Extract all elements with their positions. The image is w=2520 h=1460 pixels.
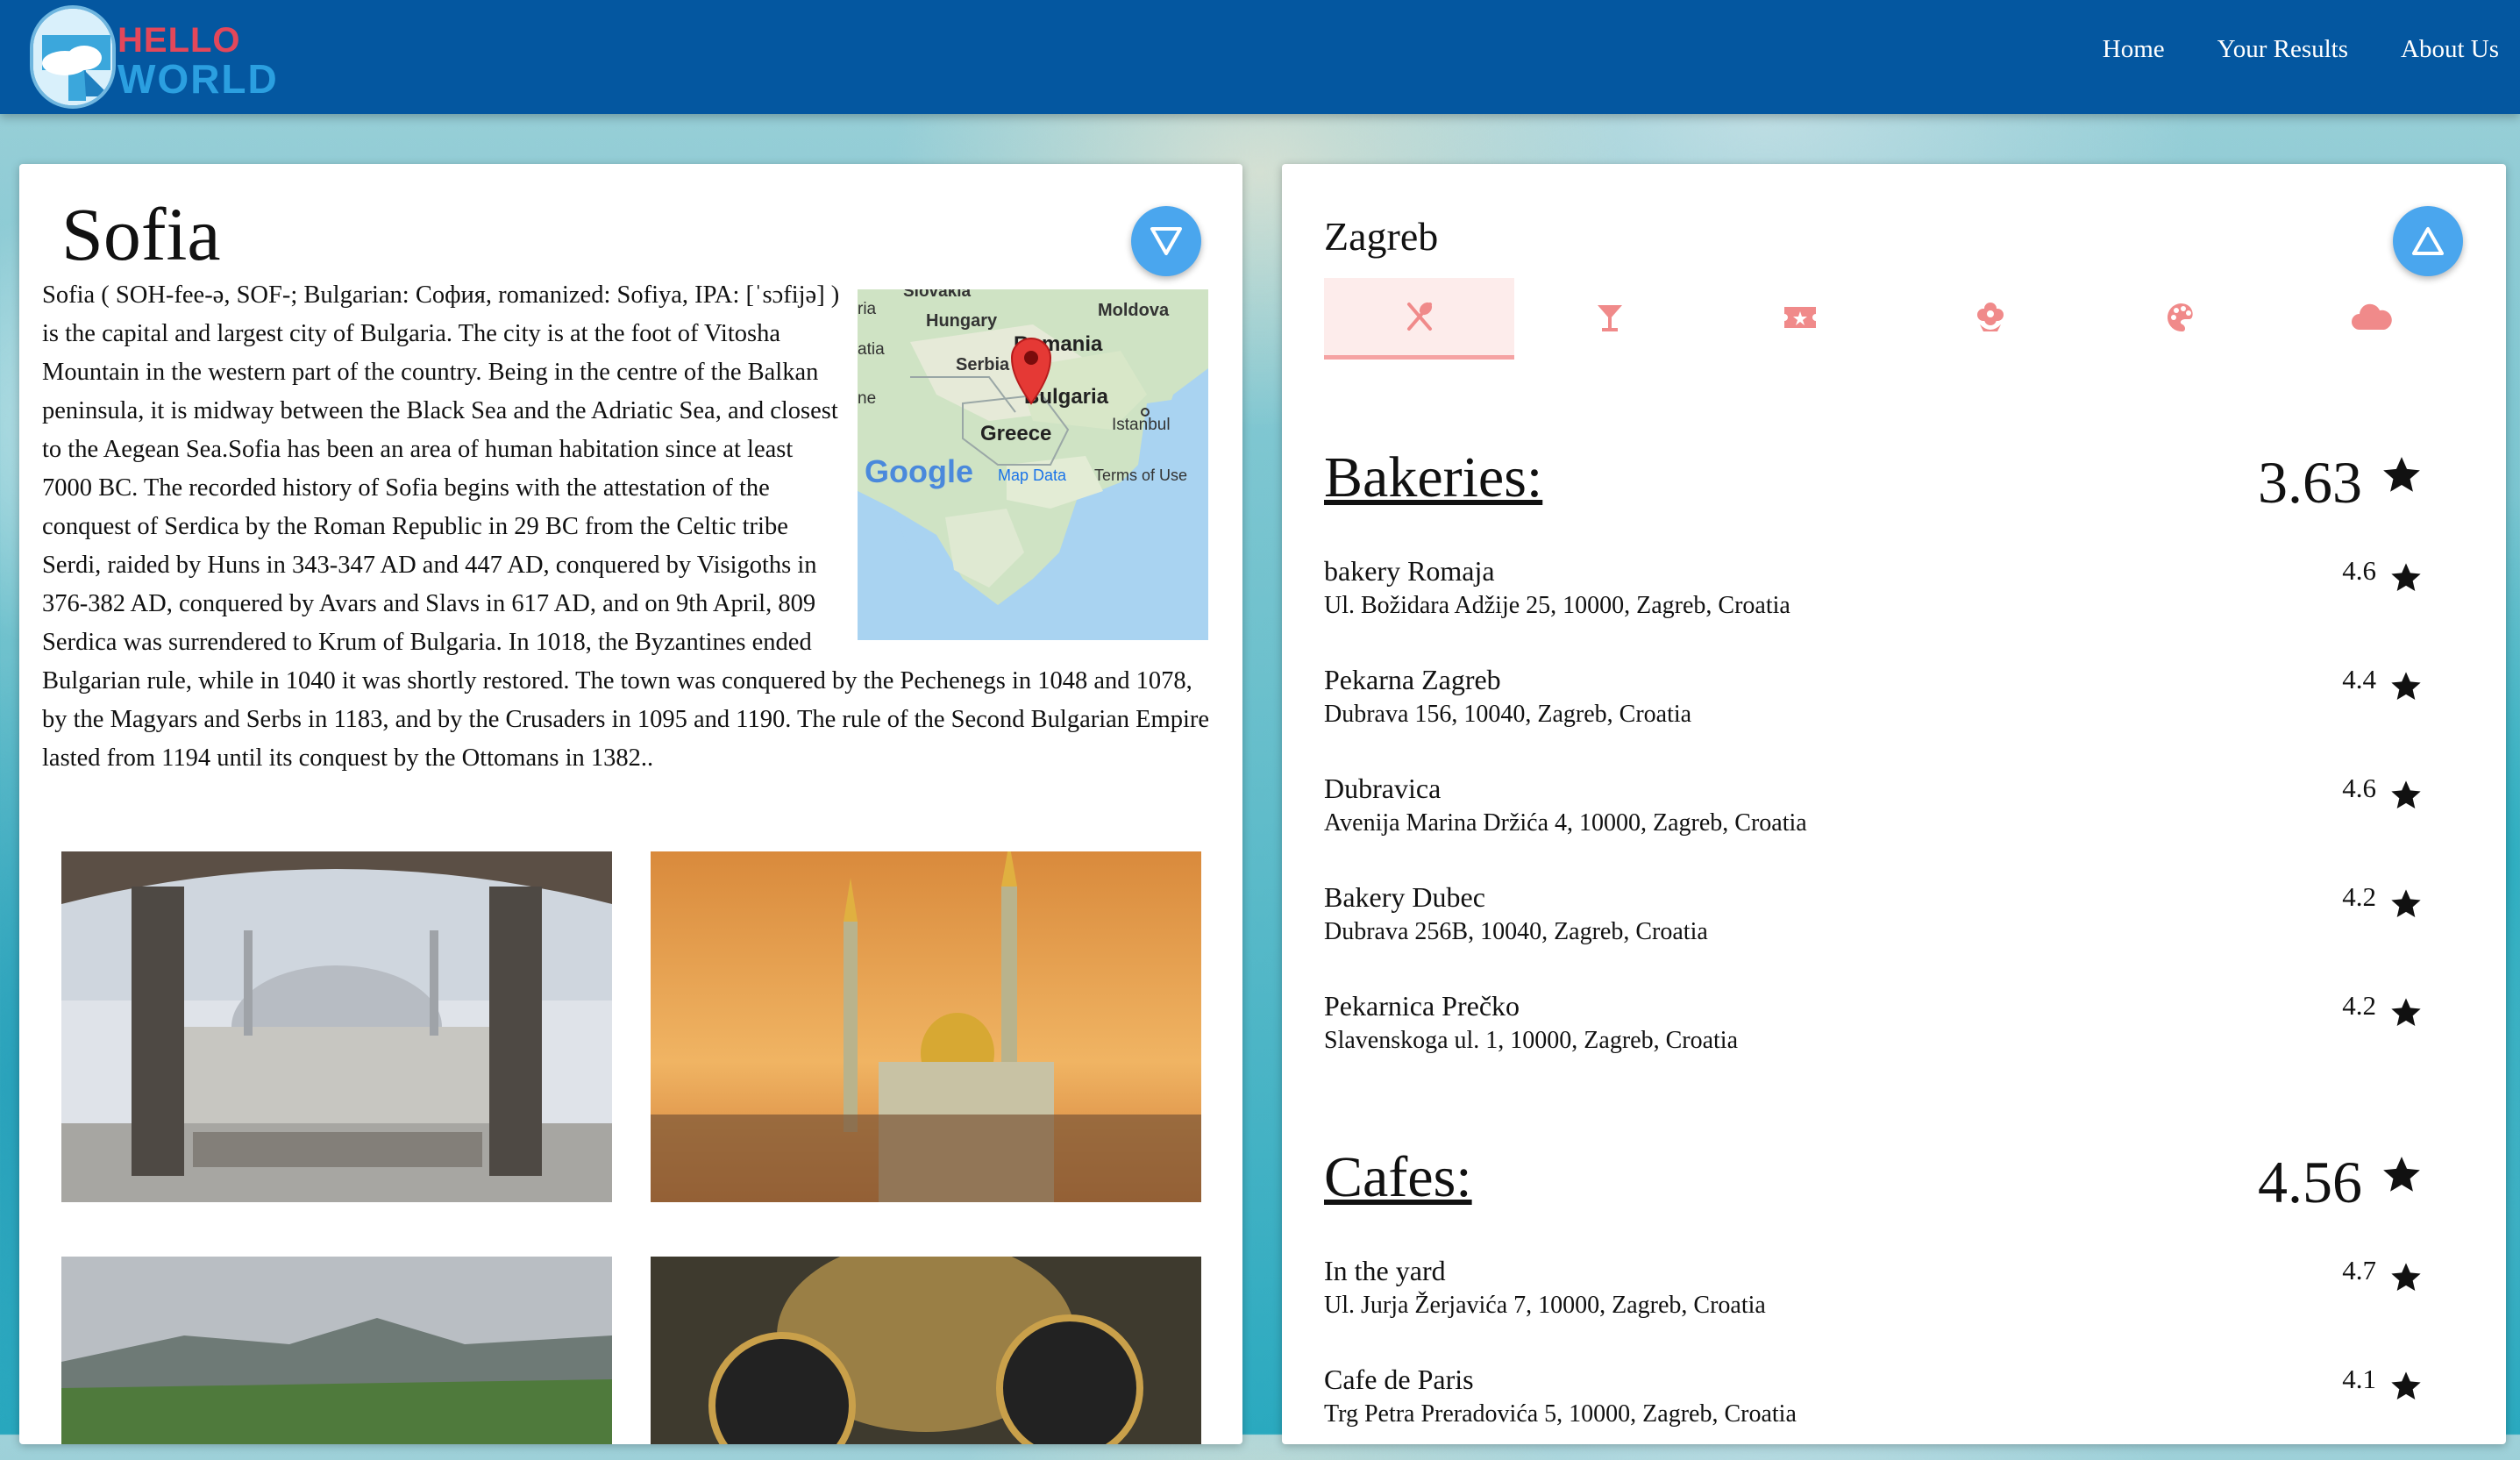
cloud-icon <box>2351 303 2392 330</box>
section-bakeries-header: Bakeries: 3.63 <box>1324 445 2466 523</box>
ticket-icon <box>1783 307 1816 328</box>
photo-mountain-landscape[interactable] <box>61 1257 612 1444</box>
tab-attractions[interactable] <box>1705 278 1895 357</box>
section-cafes-header: Cafes: 4.56 <box>1324 1144 2466 1223</box>
section-score: 3.63 <box>2258 449 2362 516</box>
star-icon <box>2391 672 2421 700</box>
map-label-istanbul: Istanbul <box>1112 416 1171 434</box>
place-rating: 4.2 <box>2342 990 2376 1021</box>
selected-city-title: Zagreb <box>1324 214 1439 259</box>
place-name: In the yard <box>1324 1255 1446 1286</box>
place-rating: 4.7 <box>2342 1255 2376 1286</box>
city-info-card: Sofia Sofia ( SOH-fee-ə, SOF-; Bulgarian… <box>19 164 1242 1444</box>
main-nav: Home Your Results About Us <box>2103 35 2499 64</box>
place-name: Dubravica <box>1324 773 1442 804</box>
restaurant-icon <box>1406 302 1432 331</box>
flower-icon <box>1976 303 2004 331</box>
section-title: Cafes: <box>1324 1145 1472 1209</box>
place-address: Dubrava 256B, 10040, Zagreb, Croatia <box>1324 918 1708 945</box>
nearby-places-card: Zagreb Bakeries: 3.63 bakery Romaja Ul. … <box>1282 164 2506 1444</box>
place-item[interactable]: Pekarnica Prečko Slavenskoga ul. 1, 1000… <box>1324 990 2466 1086</box>
logo-emblem <box>30 5 116 109</box>
star-icon <box>2383 457 2420 492</box>
nav-home-link[interactable]: Home <box>2103 35 2165 64</box>
place-address: Slavenskoga ul. 1, 10000, Zagreb, Croati… <box>1324 1027 1739 1054</box>
tab-bars[interactable] <box>1514 278 1705 357</box>
map-label-serbia: Serbia <box>956 355 1010 374</box>
palette-icon <box>2167 303 2193 332</box>
tab-weather[interactable] <box>2275 278 2466 357</box>
map-label-slovakia: Slovakia <box>903 289 972 301</box>
place-item[interactable]: Cafe de Paris Trg Petra Preradovića 5, 1… <box>1324 1364 2466 1460</box>
place-address: Trg Petra Preradovića 5, 10000, Zagreb, … <box>1324 1400 1797 1428</box>
nav-about-us-link[interactable]: About Us <box>2401 35 2499 64</box>
place-rating: 4.1 <box>2342 1364 2376 1394</box>
place-name: Cafe de Paris <box>1324 1364 1474 1395</box>
tab-parks[interactable] <box>1895 278 2085 357</box>
place-item[interactable]: Bakery Dubec Dubrava 256B, 10040, Zagreb… <box>1324 881 2466 978</box>
place-item[interactable]: In the yard Ul. Jurja Žerjavića 7, 10000… <box>1324 1255 2466 1351</box>
place-address: Dubrava 156, 10040, Zagreb, Croatia <box>1324 701 1692 728</box>
photo-blue-mosque-courtyard[interactable] <box>61 851 612 1202</box>
place-rating: 4.6 <box>2342 773 2376 803</box>
place-name: Pekarna Zagreb <box>1324 664 1501 695</box>
map-label-moldova: Moldova <box>1098 301 1170 320</box>
category-tabs <box>1324 278 2466 362</box>
map-label-hungary: Hungary <box>926 311 998 331</box>
section-title: Bakeries: <box>1324 445 1543 509</box>
map-label-austria-fragment: ria <box>858 300 877 318</box>
place-name: Pekarnica Prečko <box>1324 990 1520 1022</box>
place-address: Ul. Jurja Žerjavića 7, 10000, Zagreb, Cr… <box>1324 1292 1766 1319</box>
photo-hagia-sophia-interior[interactable] <box>651 1257 1201 1444</box>
logo-world: WORLD <box>117 56 279 102</box>
place-rating: 4.4 <box>2342 664 2376 694</box>
google-logo: Google <box>865 453 973 489</box>
photo-moscow-mosque-sunset[interactable] <box>651 851 1201 1202</box>
triangle-down-icon <box>1150 227 1182 255</box>
star-icon <box>2391 563 2421 591</box>
place-address: Avenija Marina Držića 4, 10000, Zagreb, … <box>1324 809 1807 837</box>
place-item[interactable]: Dubravica Avenija Marina Držića 4, 10000… <box>1324 773 2466 869</box>
star-icon <box>2391 1371 2421 1399</box>
map-data-link[interactable]: Map Data <box>998 466 1067 484</box>
map-terms-link[interactable]: Terms of Use <box>1094 466 1187 484</box>
expand-toggle-button[interactable] <box>2393 206 2463 276</box>
top-navbar: HELLO WORLD Home Your Results About Us <box>0 0 2520 114</box>
place-name: Bakery Dubec <box>1324 881 1485 913</box>
tab-museums[interactable] <box>2085 278 2275 357</box>
map-label-italy-fragment: ne <box>858 389 876 408</box>
hello-world-logo[interactable]: HELLO WORLD <box>30 5 293 109</box>
star-icon <box>2391 1263 2421 1291</box>
star-icon <box>2391 780 2421 808</box>
map-label-greece: Greece <box>980 422 1051 445</box>
tab-restaurants[interactable] <box>1324 278 1514 360</box>
star-icon <box>2391 998 2421 1026</box>
collapse-toggle-button[interactable] <box>1131 206 1201 276</box>
map-label-croatia-fragment: atia <box>858 340 885 359</box>
place-rating: 4.6 <box>2342 555 2376 586</box>
place-rating: 4.2 <box>2342 881 2376 912</box>
place-item[interactable]: bakery Romaja Ul. Božidara Adžije 25, 10… <box>1324 555 2466 652</box>
section-score: 4.56 <box>2258 1149 2362 1215</box>
location-map[interactable]: Slovakia ria Hungary Moldova Romania ati… <box>858 289 1208 640</box>
place-address: Ul. Božidara Adžije 25, 10000, Zagreb, C… <box>1324 592 1790 619</box>
logo-text: HELLO WORLD <box>117 21 279 102</box>
cocktail-icon <box>1597 305 1622 331</box>
place-item[interactable]: Pekarna Zagreb Dubrava 156, 10040, Zagre… <box>1324 664 2466 760</box>
place-name: bakery Romaja <box>1324 555 1495 587</box>
star-icon <box>2391 889 2421 917</box>
triangle-up-icon <box>2412 227 2444 255</box>
logo-hello: HELLO <box>117 21 241 60</box>
city-title: Sofia <box>61 192 221 276</box>
nav-your-results-link[interactable]: Your Results <box>2217 35 2348 64</box>
star-icon <box>2383 1157 2420 1192</box>
